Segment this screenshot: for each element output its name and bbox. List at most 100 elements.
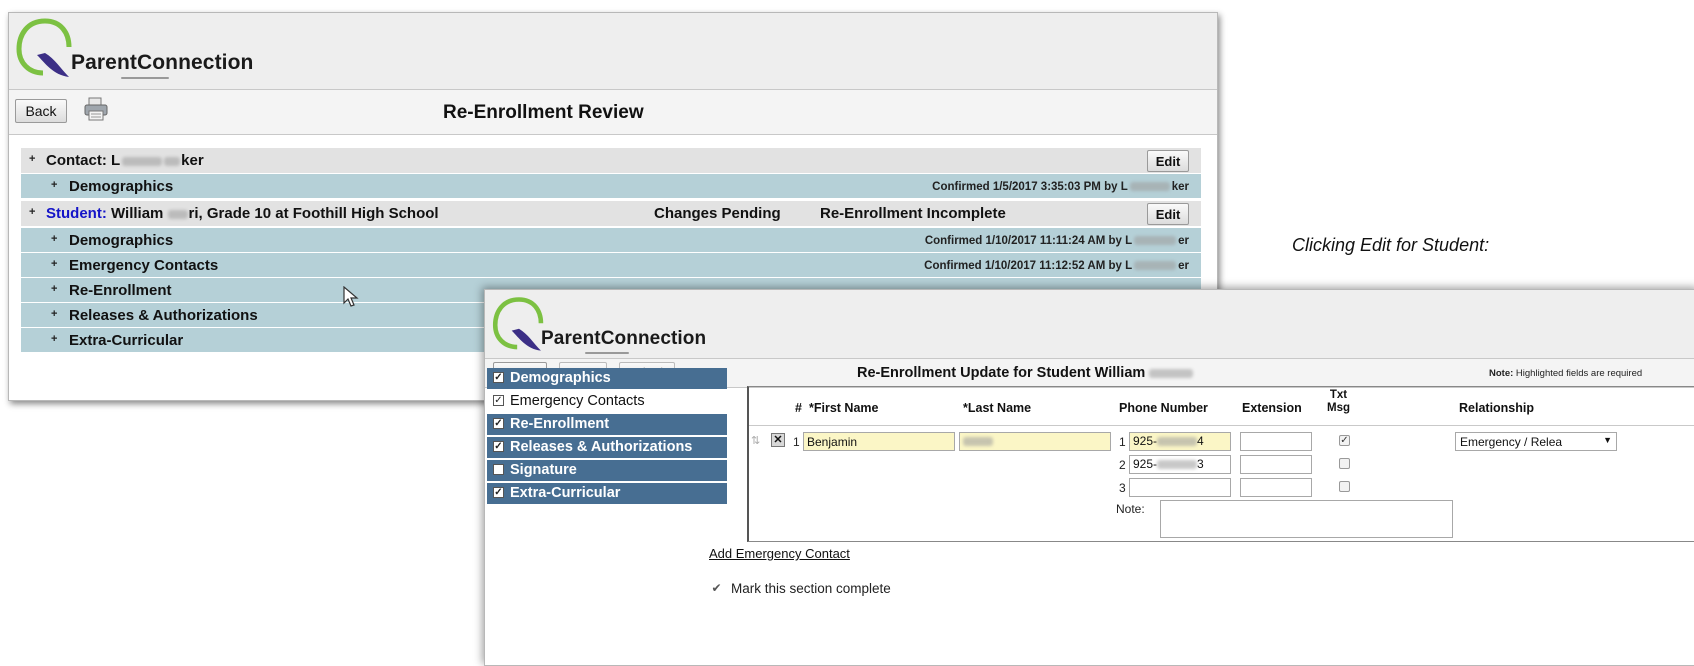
- app-header: ParentConnection: [485, 290, 1694, 359]
- phone-3-number: 3: [1119, 481, 1126, 495]
- sidebar-item-emergency-contacts[interactable]: ✓ Emergency Contacts: [487, 391, 727, 412]
- redacted-text: [167, 209, 188, 219]
- student-row[interactable]: + Student: William ri, Grade 10 at Footh…: [21, 201, 1201, 227]
- txt-msg-1-checkbox[interactable]: ✓: [1339, 435, 1350, 446]
- note-textarea[interactable]: [1160, 500, 1453, 538]
- logo-underline: [121, 77, 169, 79]
- page-title: Re-Enrollment Review: [443, 102, 644, 123]
- toolbar: Back Re-Enrollment Review: [9, 90, 1217, 135]
- contact-row[interactable]: + Contact: Lker Edit: [21, 148, 1201, 174]
- sidebar-item-signature[interactable]: Signature: [487, 460, 727, 481]
- phone-2-number: 2: [1119, 458, 1126, 472]
- expand-icon[interactable]: +: [51, 258, 57, 270]
- parentconnection-logo: [16, 18, 72, 77]
- redacted-text: [1134, 236, 1177, 246]
- parentconnection-logo: [492, 297, 544, 351]
- sidebar-item-demographics[interactable]: ✓ Demographics: [487, 368, 727, 389]
- relationship-select[interactable]: Emergency / Relea ▼: [1455, 432, 1617, 451]
- extension-1-input[interactable]: [1240, 432, 1312, 451]
- sidebar-item-releases-authorizations[interactable]: ✓ Releases & Authorizations: [487, 437, 727, 458]
- required-note: Note: Highlighted fields are required: [1489, 368, 1643, 379]
- mark-complete-checkbox[interactable]: ✔: [711, 582, 722, 595]
- extension-3-input[interactable]: [1240, 478, 1312, 497]
- expand-icon[interactable]: +: [51, 308, 57, 320]
- last-name-input[interactable]: [959, 432, 1111, 451]
- expand-icon[interactable]: +: [51, 233, 57, 245]
- phone-3-input[interactable]: [1129, 478, 1231, 497]
- drag-handle-icon[interactable]: ⇅: [751, 434, 760, 447]
- column-header-last-name: *Last Name: [963, 401, 1032, 415]
- back-button[interactable]: Back: [15, 99, 67, 123]
- redacted-text: [963, 437, 993, 447]
- expand-icon[interactable]: +: [51, 179, 57, 191]
- section-label: Extra-Curricular: [69, 332, 184, 349]
- changes-pending-status: Changes Pending: [654, 205, 781, 222]
- logo-underline: [585, 352, 629, 354]
- header-divider: [749, 425, 1694, 426]
- expand-icon[interactable]: +: [29, 153, 35, 165]
- expand-icon[interactable]: +: [29, 206, 35, 218]
- section-label: Emergency Contacts: [69, 257, 219, 274]
- app-header: ParentConnection: [9, 13, 1217, 90]
- phone-1-number: 1: [1119, 435, 1126, 449]
- redacted-text: [164, 156, 181, 166]
- caption: Clicking Edit for Student:: [1292, 235, 1490, 255]
- expand-icon[interactable]: +: [51, 283, 57, 295]
- checkbox-icon[interactable]: ✓: [493, 395, 504, 406]
- redacted-text: [1129, 182, 1170, 192]
- sidebar-item-extra-curricular[interactable]: ✓ Extra-Curricular: [487, 483, 727, 504]
- txt-msg-3-checkbox[interactable]: [1339, 481, 1350, 492]
- checkbox-icon[interactable]: ✓: [493, 372, 504, 383]
- confirmed-status: Confirmed 1/5/2017 3:35:03 PM by Lker: [932, 181, 1189, 193]
- section-label: Re-Enrollment: [69, 282, 172, 299]
- column-header-phone-number: Phone Number: [1119, 401, 1208, 415]
- app-name: ParentConnection: [71, 51, 254, 74]
- section-label: Demographics: [69, 178, 174, 195]
- emergency-contacts-panel: # *First Name *Last Name Phone Number Ex…: [747, 386, 1694, 542]
- redacted-text: [1134, 261, 1177, 271]
- confirmed-status: Confirmed 1/10/2017 11:12:52 AM by Ler: [924, 260, 1189, 272]
- column-header-txt-msg: Txt Msg: [1327, 389, 1350, 414]
- checkbox-icon[interactable]: ✓: [493, 441, 504, 452]
- redacted-text: [1157, 460, 1198, 470]
- redacted-text: [1157, 437, 1198, 447]
- checkbox-icon[interactable]: ✓: [493, 487, 504, 498]
- column-header-first-name: *First Name: [809, 401, 879, 415]
- student-section-row[interactable]: + Demographics Confirmed 1/10/2017 11:11…: [21, 228, 1201, 254]
- mark-complete-label: Mark this section complete: [731, 581, 891, 596]
- note-label: Note:: [1116, 502, 1145, 516]
- contact-row-number: 1: [793, 435, 800, 449]
- update-window: ParentConnection Return Reset Submit Re-…: [484, 289, 1694, 666]
- chevron-down-icon: ▼: [1603, 435, 1612, 445]
- app-name: ParentConnection: [541, 328, 707, 349]
- phone-1-input[interactable]: 925- 4: [1129, 432, 1231, 451]
- redacted-text: [122, 156, 163, 166]
- confirmed-status: Confirmed 1/10/2017 11:11:24 AM by Ler: [924, 235, 1189, 247]
- contact-label: Contact: Lker: [46, 152, 204, 169]
- section-label: Releases & Authorizations: [69, 307, 258, 324]
- checkbox-icon[interactable]: ✓: [493, 418, 504, 429]
- print-icon[interactable]: [83, 96, 109, 122]
- phone-2-input[interactable]: 925- 3: [1129, 455, 1231, 474]
- student-section-row[interactable]: + Emergency Contacts Confirmed 1/10/2017…: [21, 253, 1201, 279]
- redacted-text: [1149, 368, 1194, 378]
- checkbox-icon[interactable]: [493, 464, 504, 475]
- edit-student-button[interactable]: Edit: [1147, 203, 1189, 225]
- reenrollment-incomplete-status: Re-Enrollment Incomplete: [820, 205, 1006, 222]
- contact-demographics-row[interactable]: + Demographics Confirmed 1/5/2017 3:35:0…: [21, 174, 1201, 200]
- expand-icon[interactable]: +: [51, 333, 57, 345]
- mouse-cursor-icon: [343, 286, 359, 307]
- page-title: Re-Enrollment Update for Student William: [857, 365, 1194, 381]
- txt-msg-2-checkbox[interactable]: [1339, 458, 1350, 469]
- student-label: Student: William ri, Grade 10 at Foothil…: [46, 205, 439, 222]
- column-header-number: #: [795, 401, 802, 415]
- column-header-extension: Extension: [1242, 401, 1302, 415]
- section-label: Demographics: [69, 232, 174, 249]
- sidebar-item-re-enrollment[interactable]: ✓ Re-Enrollment: [487, 414, 727, 435]
- delete-contact-button[interactable]: ✕: [771, 433, 785, 447]
- edit-contact-button[interactable]: Edit: [1147, 150, 1189, 172]
- extension-2-input[interactable]: [1240, 455, 1312, 474]
- column-header-relationship: Relationship: [1459, 401, 1535, 415]
- first-name-input[interactable]: [803, 432, 955, 451]
- add-emergency-contact-link[interactable]: Add Emergency Contact: [709, 546, 850, 561]
